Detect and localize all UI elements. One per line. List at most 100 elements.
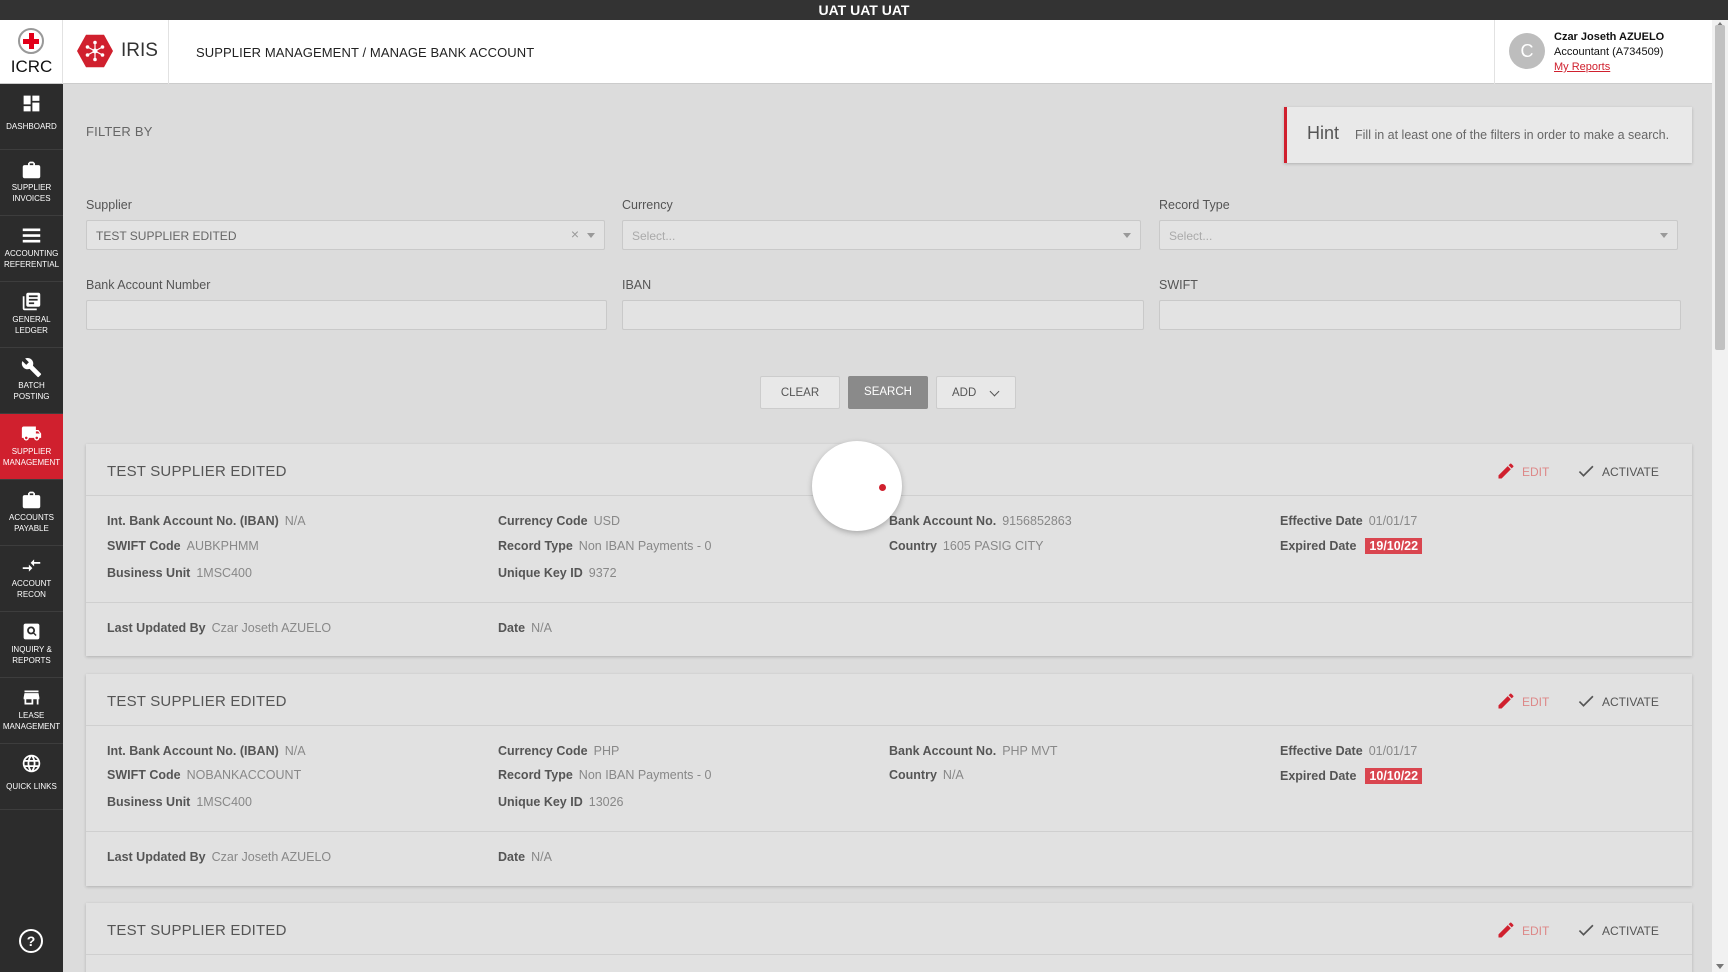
building-icon [23,690,40,705]
swift-key: SWIFT Code [107,768,181,782]
icrc-logo[interactable]: ICRC [0,20,63,84]
sidebar-item-general-ledger[interactable]: GENERAL LEDGER [0,282,63,348]
sidebar-item-label: BATCH POSTING [13,381,50,401]
bank-account-no-field: Bank Account No. 9156852863 [889,514,1072,528]
sidebar-item-accounting-referential[interactable]: ACCOUNTING REFERENTIAL [0,216,63,282]
sidebar-item-quick-links[interactable]: QUICK LINKS [0,744,63,810]
sidebar: DASHBOARD SUPPLIER INVOICES ACCOUNTING R… [0,84,63,972]
my-reports-link[interactable]: My Reports [1554,61,1610,73]
activate-button[interactable]: ACTIVATE [1576,691,1659,711]
last-updated-key: Last Updated By [107,621,206,635]
help-icon[interactable]: ? [19,929,43,953]
clear-button[interactable]: CLEAR [760,376,840,409]
scroll-down-arrow-icon[interactable] [1716,964,1724,969]
pencil-icon [1498,922,1514,938]
sidebar-item-supplier-management[interactable]: SUPPLIER MANAGEMENT [0,414,63,480]
record-type-field: Record Type Non IBAN Payments - 0 [498,768,712,782]
iris-logo[interactable]: IRIS [63,20,169,84]
main-content: FILTER BY Hint Fill in at least one of t… [63,85,1712,972]
scrollbar[interactable] [1712,20,1728,972]
business-unit-field: Business Unit 1MSC400 [107,566,252,580]
record-type-label: Record Type [1159,198,1230,212]
magnifier-icon [23,623,40,640]
chevron-down-icon[interactable] [1660,233,1668,238]
spinner-dot [879,484,886,491]
scroll-thumb[interactable] [1715,25,1725,350]
edit-button[interactable]: EDIT [1496,461,1549,481]
country-field: Country 1605 PASIG CITY [889,539,1043,553]
org-name: ICRC [10,57,53,76]
search-button[interactable]: SEARCH [848,376,928,409]
iban-field: Int. Bank Account No. (IBAN) N/A [107,744,306,758]
effective-date-key: Effective Date [1280,744,1363,758]
currency-code-key: Currency Code [498,514,588,528]
sidebar-item-label: INQUIRY & REPORTS [11,645,52,665]
sidebar-item-label: ACCOUNTS PAYABLE [9,513,54,533]
edit-button[interactable]: EDIT [1496,691,1549,711]
bank-account-no-field: Bank Account No. PHP MVT [889,744,1058,758]
swift-input[interactable] [1159,300,1681,330]
chevron-down-icon [989,386,1000,397]
currency-code-field: Currency Code PHP [498,744,619,758]
country-key: Country [889,539,937,553]
sidebar-item-lease-management[interactable]: LEASE MANAGEMENT [0,678,63,744]
country-value: 1605 PASIG CITY [942,539,1044,553]
currency-code-field: Currency Code USD [498,514,620,528]
swift-field: SWIFT Code NOBANKACCOUNT [107,768,301,782]
last-updated-value: Czar Joseth AZUELO [211,621,332,635]
date-field: Date N/A [498,621,552,635]
sidebar-item-account-recon[interactable]: ACCOUNT RECON [0,546,63,612]
record-type-value: Non IBAN Payments - 0 [578,539,712,553]
filter-title: FILTER BY [86,124,153,139]
expired-date-key: Expired Date [1280,769,1357,783]
expired-date-key: Expired Date [1280,539,1357,553]
avatar[interactable]: C [1509,33,1545,69]
loading-spinner [812,441,902,531]
sidebar-item-label: QUICK LINKS [6,782,57,791]
expired-date-field: Expired Date 10/10/22 [1280,768,1423,784]
bank-account-no-key: Bank Account No. [889,514,997,528]
expired-date-field: Expired Date 19/10/22 [1280,538,1423,554]
supplier-select[interactable]: TEST SUPPLIER EDITED × [86,220,605,250]
expired-date-badge: 10/10/22 [1365,768,1423,784]
unique-key-key: Unique Key ID [498,566,583,580]
last-updated-field: Last Updated By Czar Joseth AZUELO [107,621,331,635]
sidebar-item-label: ACCOUNTING REFERENTIAL [3,249,60,269]
country-field: Country N/A [889,768,964,782]
record-type-placeholder: Select... [1169,229,1213,243]
edit-button[interactable]: EDIT [1496,920,1549,940]
sidebar-item-dashboard[interactable]: DASHBOARD [0,84,63,150]
sidebar-item-batch-posting[interactable]: BATCH POSTING [0,348,63,414]
iban-label: IBAN [622,278,652,292]
chevron-down-icon[interactable] [1123,233,1131,238]
check-icon [1578,465,1594,477]
activate-button[interactable]: ACTIVATE [1576,920,1659,940]
iban-input[interactable] [622,300,1144,330]
activate-label: ACTIVATE [1602,924,1659,938]
iban-value: N/A [284,744,306,758]
truck-icon [21,426,42,441]
currency-select[interactable]: Select... [622,220,1141,250]
record-type-value: Non IBAN Payments - 0 [578,768,712,782]
briefcase-icon [22,161,41,179]
edit-label: EDIT [1522,695,1550,709]
bank-account-input[interactable] [86,300,607,330]
sidebar-item-accounts-payable[interactable]: ACCOUNTS PAYABLE [0,480,63,546]
sidebar-item-supplier-invoices[interactable]: SUPPLIER INVOICES [0,150,63,216]
business-unit-value: 1MSC400 [196,566,252,580]
iban-key: Int. Bank Account No. (IBAN) [107,514,279,528]
sidebar-item-label: DASHBOARD [6,122,57,131]
globe-icon [22,754,41,773]
sidebar-item-inquiry-reports[interactable]: INQUIRY & REPORTS [0,612,63,678]
add-button[interactable]: ADD [936,376,1016,409]
clear-selection-icon[interactable]: × [571,226,579,242]
unique-key-field: Unique Key ID 9372 [498,566,617,580]
user-name: Czar Joseth AZUELO [1554,31,1665,43]
card-title: TEST SUPPLIER EDITED [107,463,287,480]
record-type-select[interactable]: Select... [1159,220,1678,250]
chevron-down-icon[interactable] [587,233,595,238]
last-updated-key: Last Updated By [107,850,206,864]
edit-label: EDIT [1522,465,1550,479]
user-role: Accountant (A734509) [1554,46,1664,58]
activate-button[interactable]: ACTIVATE [1576,461,1659,481]
